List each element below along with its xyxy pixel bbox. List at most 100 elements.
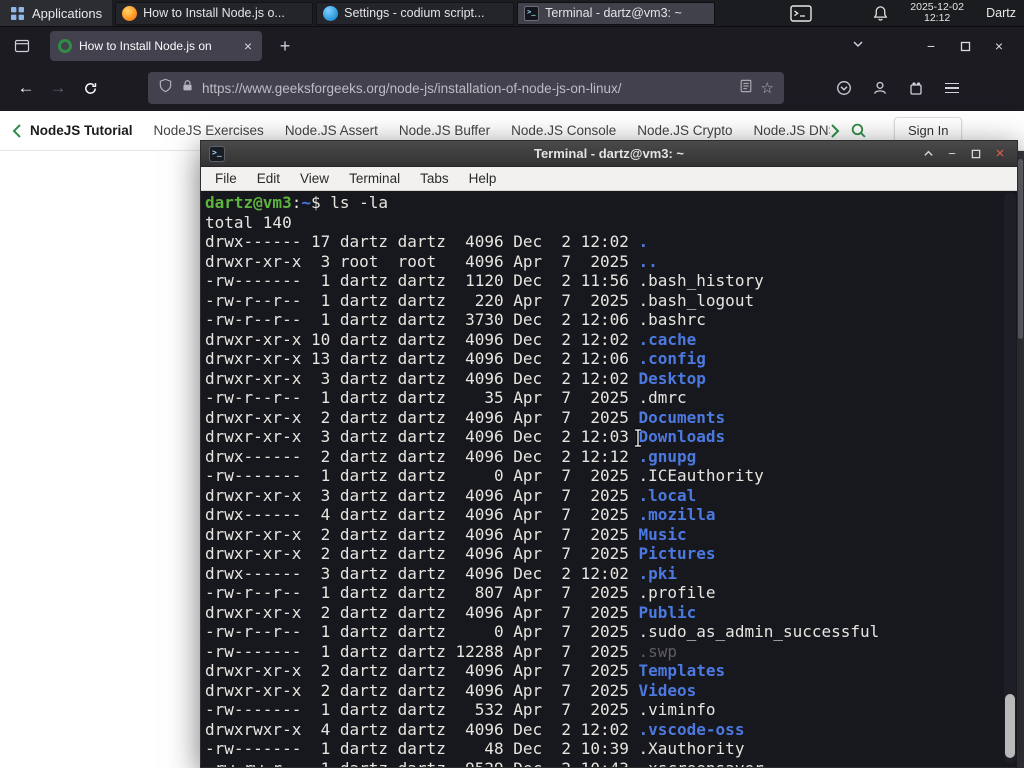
- browser-maximize-button[interactable]: [948, 32, 982, 60]
- terminal-icon: [524, 5, 540, 21]
- panel-clock[interactable]: 2025-12-02 12:12: [904, 1, 970, 25]
- tab-overflow-chevron-icon[interactable]: [844, 37, 872, 55]
- navigation-toolbar: ← → https://www.geeksforgeeks.org/node-j…: [0, 65, 1024, 111]
- terminal-ls-line: -rw-r--r-- 1 dartz dartz 35 Apr 7 2025 .…: [205, 388, 687, 407]
- bookmark-star-icon[interactable]: ☆: [761, 79, 774, 97]
- window-controls: − ×: [844, 32, 1016, 60]
- nav-link-nodejs-exercises[interactable]: NodeJS Exercises: [154, 123, 264, 138]
- terminal-scrollbar[interactable]: [1004, 193, 1016, 764]
- terminal-ls-line: drwxr-xr-x 2 dartz dartz 4096 Apr 7 2025…: [205, 524, 687, 544]
- toolbar-right-icons: [830, 74, 966, 102]
- terminal-ls-line: -rw------- 1 dartz dartz 532 Apr 7 2025 …: [205, 700, 716, 719]
- applications-icon: [10, 6, 25, 21]
- nav-links: NodeJS Tutorial NodeJS Exercises Node.JS…: [30, 123, 830, 138]
- codium-icon: [323, 5, 339, 21]
- terminal-output[interactable]: dartz@vm3:~$ ls -la total 140 drwx------ 1…: [201, 191, 1017, 767]
- extensions-puzzle-icon[interactable]: [902, 74, 930, 102]
- terminal-menubar: File Edit View Terminal Tabs Help: [201, 167, 1017, 191]
- terminal-ls-line: -rw------- 1 dartz dartz 1120 Dec 2 11:5…: [205, 271, 764, 290]
- terminal-scrollbar-thumb[interactable]: [1005, 694, 1015, 758]
- browser-tab[interactable]: How to Install Node.js on ×: [50, 31, 262, 61]
- notification-bell-icon[interactable]: [870, 3, 890, 23]
- nav-link-nodejs-crypto[interactable]: Node.JS Crypto: [637, 123, 732, 138]
- pocket-icon[interactable]: [830, 74, 858, 102]
- menu-view[interactable]: View: [290, 168, 339, 189]
- desktop-screen: Applications How to Install Node.js o...…: [0, 0, 1024, 768]
- new-tab-button[interactable]: +: [272, 36, 298, 57]
- taskbar-label-settings: Settings - codium script...: [344, 6, 485, 20]
- applications-menu-button[interactable]: Applications: [0, 0, 113, 26]
- search-icon[interactable]: [844, 122, 872, 139]
- panel-time: 12:12: [923, 12, 951, 24]
- terminal-minimize-button[interactable]: −: [943, 145, 961, 163]
- terminal-ls-line: drwx------ 17 dartz dartz 4096 Dec 2 12:…: [205, 232, 649, 251]
- terminal-window: Terminal - dartz@vm3: ~ − × File Edit Vi…: [200, 140, 1018, 768]
- url-text: https://www.geeksforgeeks.org/node-js/in…: [202, 80, 622, 96]
- applications-label: Applications: [32, 5, 103, 21]
- menu-file[interactable]: File: [205, 168, 247, 189]
- terminal-ls-line: -rw-r--r-- 1 dartz dartz 3730 Dec 2 12:0…: [205, 310, 706, 329]
- terminal-window-title: Terminal - dartz@vm3: ~: [533, 146, 685, 161]
- panel-user-name[interactable]: Dartz: [986, 6, 1016, 20]
- firefox-view-icon[interactable]: [8, 32, 36, 60]
- firefox-icon: [122, 5, 138, 21]
- browser-close-button[interactable]: ×: [982, 32, 1016, 60]
- hamburger-menu-icon[interactable]: [938, 74, 966, 102]
- terminal-close-button[interactable]: ×: [991, 145, 1009, 163]
- reader-mode-icon[interactable]: [739, 79, 753, 98]
- taskbar-label-terminal: Terminal - dartz@vm3: ~: [545, 6, 682, 20]
- menu-edit[interactable]: Edit: [247, 168, 290, 189]
- url-bar[interactable]: https://www.geeksforgeeks.org/node-js/in…: [148, 72, 784, 104]
- terminal-ls-line: drwx------ 4 dartz dartz 4096 Apr 7 2025…: [205, 505, 716, 524]
- nav-link-nodejs-tutorial[interactable]: NodeJS Tutorial: [30, 123, 133, 138]
- lock-icon[interactable]: [181, 79, 194, 97]
- terminal-ls-line: -rw-rw-r-- 1 dartz dartz 9529 Dec 2 10:4…: [205, 759, 1003, 768]
- account-icon[interactable]: [866, 74, 894, 102]
- terminal-ls-line: drwxrwxr-x 4 dartz dartz 4096 Dec 2 12:0…: [205, 719, 745, 739]
- terminal-titlebar[interactable]: Terminal - dartz@vm3: ~ − ×: [201, 141, 1017, 167]
- taskbar-button-codium-settings[interactable]: Settings - codium script...: [316, 1, 515, 25]
- geeksforgeeks-favicon: [58, 39, 72, 53]
- terminal-ls-line: -rw-r--r-- 1 dartz dartz 0 Apr 7 2025 .s…: [205, 622, 880, 641]
- terminal-window-icon: [209, 145, 225, 162]
- tab-title: How to Install Node.js on: [79, 39, 212, 53]
- terminal-ls-line: drwxr-xr-x 2 dartz dartz 4096 Apr 7 2025…: [205, 661, 726, 680]
- tracking-shield-icon[interactable]: [158, 78, 173, 98]
- page-scrollbar-thumb[interactable]: [1018, 159, 1023, 339]
- terminal-maximize-button[interactable]: [967, 145, 985, 163]
- terminal-ls-line: drwxr-xr-x 3 root root 4096 Apr 7 2025 .…: [205, 251, 658, 271]
- nav-scroll-left-icon[interactable]: [12, 123, 22, 138]
- terminal-ls-line: drwxr-xr-x 2 dartz dartz 4096 Apr 7 2025…: [205, 544, 716, 563]
- nav-link-nodejs-assert[interactable]: Node.JS Assert: [285, 123, 378, 138]
- menu-tabs[interactable]: Tabs: [410, 168, 459, 189]
- nav-scroll-right-icon[interactable]: [830, 123, 840, 138]
- terminal-ls-line: drwx------ 2 dartz dartz 4096 Dec 2 12:1…: [205, 446, 697, 466]
- taskbar-button-terminal[interactable]: Terminal - dartz@vm3: ~: [517, 1, 716, 25]
- taskbar-label-firefox: How to Install Node.js o...: [143, 6, 285, 20]
- terminal-ls-line: drwxr-xr-x 10 dartz dartz 4096 Dec 2 12:…: [205, 329, 697, 349]
- terminal-shade-button[interactable]: [919, 145, 937, 163]
- terminal-total-line: total 140: [205, 212, 292, 232]
- text-cursor-pointer: [631, 428, 645, 453]
- menu-help[interactable]: Help: [459, 168, 507, 189]
- terminal-ls-line: -rw-r--r-- 1 dartz dartz 220 Apr 7 2025 …: [205, 290, 755, 310]
- forward-icon[interactable]: →: [42, 72, 74, 104]
- taskbar-button-firefox[interactable]: How to Install Node.js o...: [115, 1, 314, 25]
- tab-close-icon[interactable]: ×: [242, 38, 254, 54]
- nav-link-nodejs-dns[interactable]: Node.JS DNS: [754, 123, 830, 138]
- terminal-ls-line: drwxr-xr-x 3 dartz dartz 4096 Apr 7 2025…: [205, 485, 697, 505]
- page-scrollbar[interactable]: [1017, 151, 1024, 768]
- terminal-ls-line: drwxr-xr-x 2 dartz dartz 4096 Apr 7 2025…: [205, 602, 697, 622]
- browser-minimize-button[interactable]: −: [914, 32, 948, 60]
- nav-link-nodejs-buffer[interactable]: Node.JS Buffer: [399, 123, 490, 138]
- tray-terminal-icon[interactable]: [788, 4, 814, 23]
- terminal-ls-line: -rw------- 1 dartz dartz 0 Apr 7 2025 .I…: [205, 466, 764, 485]
- terminal-ls-line: -rw------- 1 dartz dartz 48 Dec 2 10:39 …: [205, 739, 745, 758]
- nav-link-nodejs-console[interactable]: Node.JS Console: [511, 123, 616, 138]
- back-icon[interactable]: ←: [10, 72, 42, 104]
- top-panel: Applications How to Install Node.js o...…: [0, 0, 1024, 27]
- terminal-ls-line: -rw------- 1 dartz dartz 12288 Apr 7 202…: [205, 641, 678, 661]
- terminal-ls-line: -rw-r--r-- 1 dartz dartz 807 Apr 7 2025 …: [205, 583, 716, 602]
- reload-icon[interactable]: [74, 72, 106, 104]
- menu-terminal[interactable]: Terminal: [339, 168, 410, 189]
